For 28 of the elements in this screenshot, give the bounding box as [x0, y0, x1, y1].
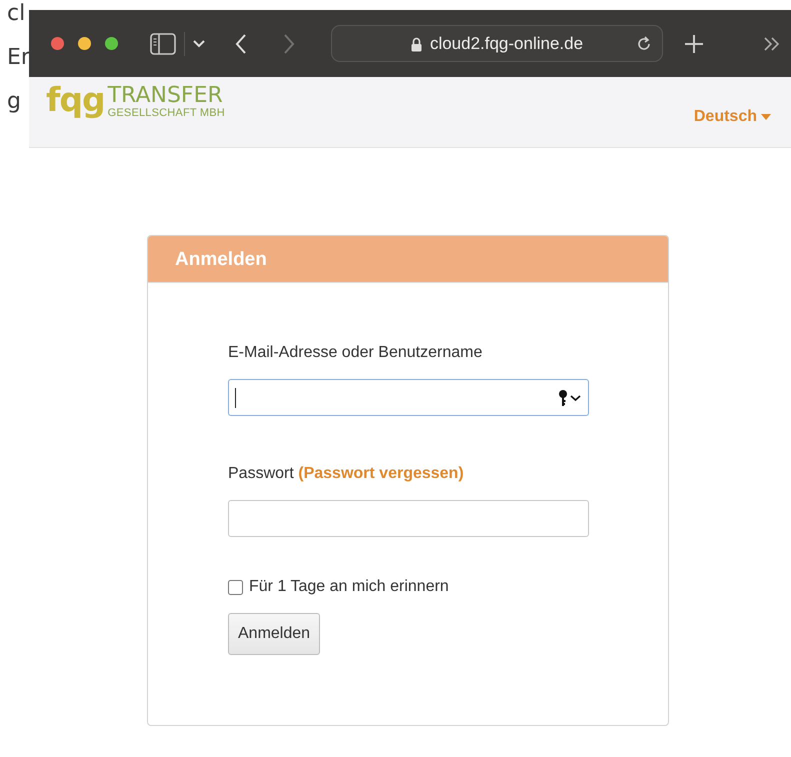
url-text: cloud2.fqg-online.de [430, 32, 584, 55]
field-label: E-Mail-Adresse oder Benutzername [228, 344, 482, 361]
back-icon[interactable] [235, 34, 247, 54]
document-text: cl [7, 0, 26, 28]
login-button[interactable]: Anmelden [228, 613, 320, 655]
username-field[interactable] [228, 379, 589, 416]
minimize-icon[interactable] [78, 37, 91, 50]
caret-icon [761, 114, 771, 120]
logo-text: TRANSFER [108, 85, 224, 107]
key-icon[interactable] [558, 388, 582, 406]
chevron-down-icon[interactable] [193, 40, 205, 48]
forgot-password-link[interactable]: (Passwort vergessen) [298, 465, 464, 482]
maximize-icon[interactable] [105, 37, 118, 50]
card-title: Anmelden [148, 236, 668, 283]
language-dropdown[interactable]: Deutsch [694, 105, 771, 129]
plus-icon[interactable] [683, 32, 705, 54]
remember-checkbox[interactable] [228, 580, 243, 594]
close-icon[interactable] [51, 37, 64, 50]
reload-icon[interactable] [635, 35, 653, 53]
checkbox-label: Für 1 Tage an mich erinnern [249, 577, 449, 597]
field-label: Passwort [228, 465, 294, 482]
double-chevron-icon[interactable] [763, 36, 781, 52]
document-text: g [7, 88, 21, 116]
sidebar-icon[interactable] [150, 32, 176, 54]
address-bar[interactable]: cloud2.fqg-online.de [331, 25, 663, 62]
document-text: Er [7, 44, 30, 72]
logo-subtitle: GESELLSCHAFT MBH [108, 107, 225, 119]
password-field[interactable] [228, 500, 589, 537]
